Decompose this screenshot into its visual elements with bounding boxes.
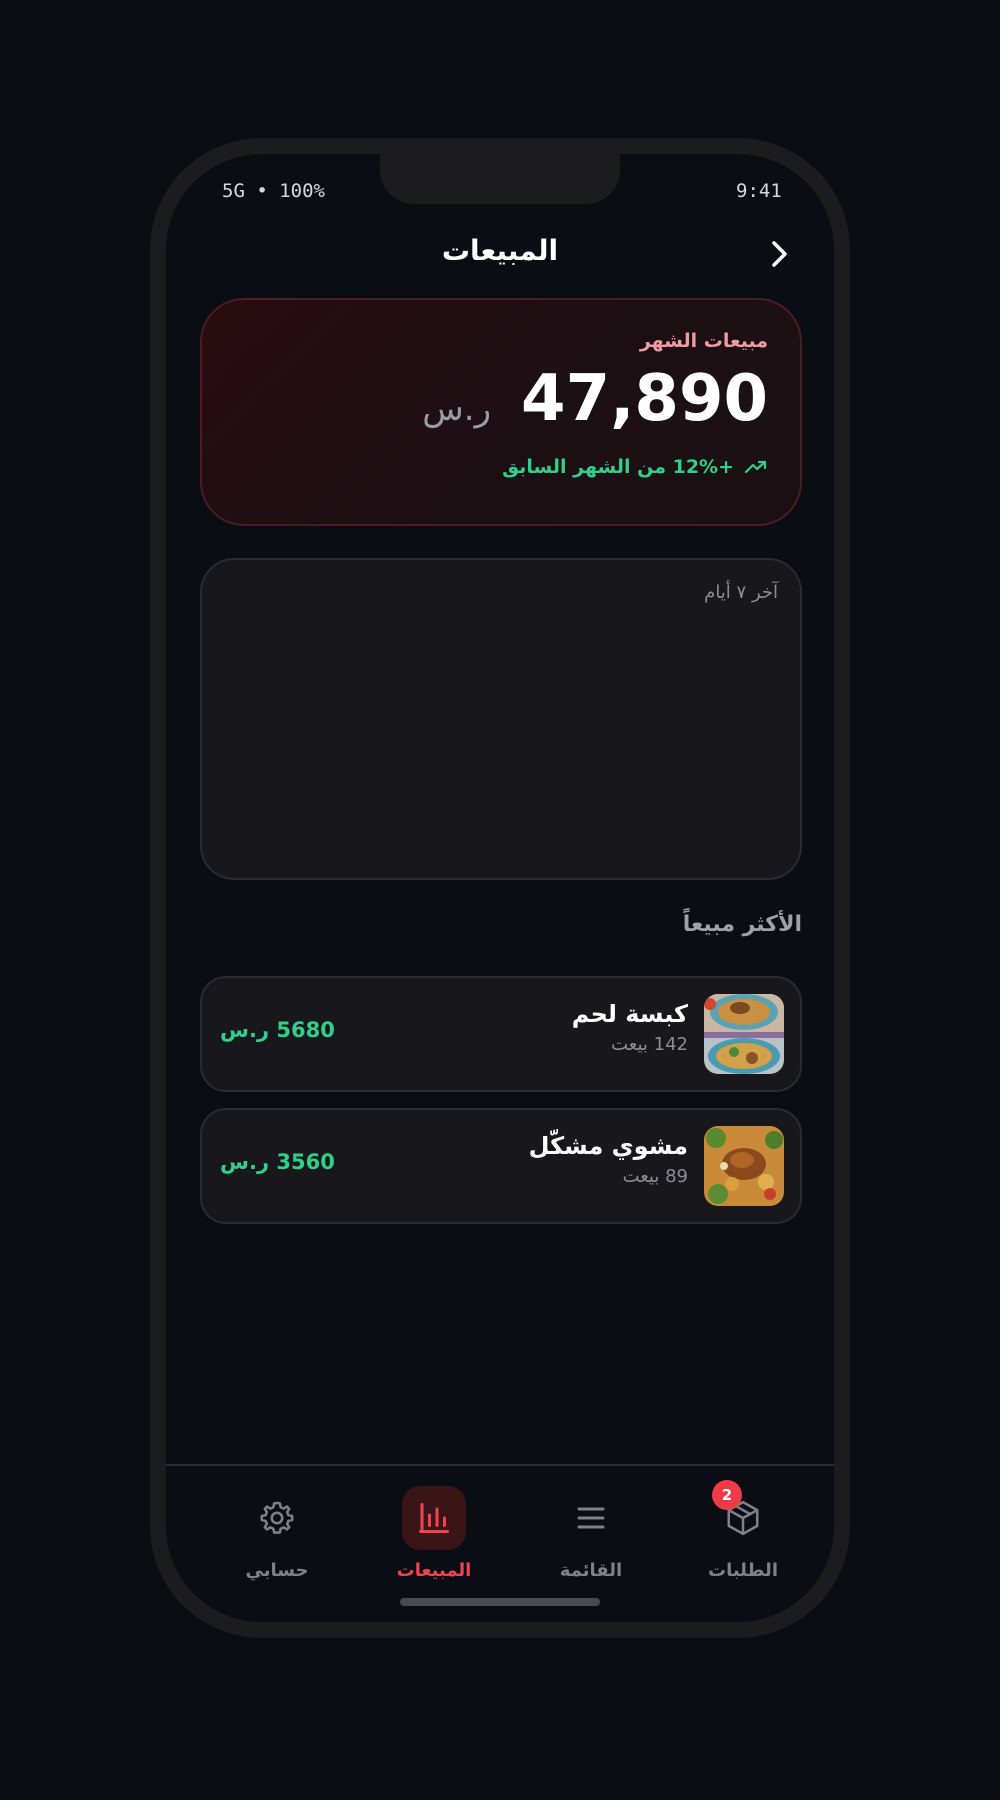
trend-up-icon xyxy=(744,460,767,474)
list-item[interactable]: كبسة لحم 142 بيعت 5680 ر.س xyxy=(200,976,802,1092)
app-screen: 5G • 100% 9:41 المبيعات مبيعات الشهر 47,… xyxy=(166,154,834,1622)
kabsa-photo xyxy=(704,994,784,1074)
summary-currency: ر.س xyxy=(422,389,492,429)
summary-trend-text: +12% من الشهر السابق xyxy=(502,456,734,478)
grill-photo xyxy=(704,1126,784,1206)
status-time: 9:41 xyxy=(736,180,782,202)
product-name: مشوي مشكّل xyxy=(528,1132,688,1160)
product-sold-count: 89 بيعت xyxy=(622,1166,688,1187)
back-button[interactable] xyxy=(762,236,798,272)
nav-icon xyxy=(402,1486,466,1550)
summary-trend: +12% من الشهر السابق xyxy=(502,456,768,478)
gear-icon xyxy=(260,1501,294,1534)
nav-icon xyxy=(245,1486,309,1550)
chevron-right-icon xyxy=(772,241,787,267)
home-indicator xyxy=(400,1598,600,1606)
nav-item-sales[interactable]: المبيعات xyxy=(369,1486,499,1596)
nav-item-orders[interactable]: 2 الطلبات xyxy=(678,1480,808,1596)
monthly-sales-card: مبيعات الشهر 47,890 ر.س +12% من الشهر ال… xyxy=(200,298,802,526)
bar-chart-icon xyxy=(419,1503,449,1533)
nav-label: القائمة xyxy=(559,1560,623,1581)
summary-amount-row: 47,890 ر.س xyxy=(422,362,768,436)
nav-label: الطلبات xyxy=(707,1560,778,1581)
product-sold-count: 142 بيعت xyxy=(611,1034,688,1055)
product-revenue: 3560 ر.س xyxy=(220,1150,335,1174)
nav-item-menu[interactable]: القائمة xyxy=(526,1486,656,1596)
menu-icon xyxy=(577,1507,605,1529)
page-title: المبيعات xyxy=(441,234,559,267)
nav-label: حسابي xyxy=(245,1560,309,1581)
summary-label: مبيعات الشهر xyxy=(639,330,768,352)
list-item[interactable]: مشوي مشكّل 89 بيعت 3560 ر.س xyxy=(200,1108,802,1224)
nav-label: المبيعات xyxy=(396,1560,472,1581)
product-name: كبسة لحم xyxy=(571,1000,688,1028)
nav-icon xyxy=(559,1486,623,1550)
weekly-chart-card: آخر ٧ أيام xyxy=(200,558,802,880)
chart-period-label: آخر ٧ أيام xyxy=(704,582,778,603)
status-signal: 5G • 100% xyxy=(222,180,325,202)
phone-frame: 5G • 100% 9:41 المبيعات مبيعات الشهر 47,… xyxy=(150,138,850,1638)
best-sellers-title: الأكثر مبيعاً xyxy=(682,912,802,937)
orders-badge: 2 xyxy=(712,1480,742,1510)
summary-amount: 47,890 xyxy=(521,362,768,436)
notch xyxy=(380,154,620,204)
product-revenue: 5680 ر.س xyxy=(220,1018,335,1042)
nav-item-account[interactable]: حسابي xyxy=(212,1486,342,1596)
